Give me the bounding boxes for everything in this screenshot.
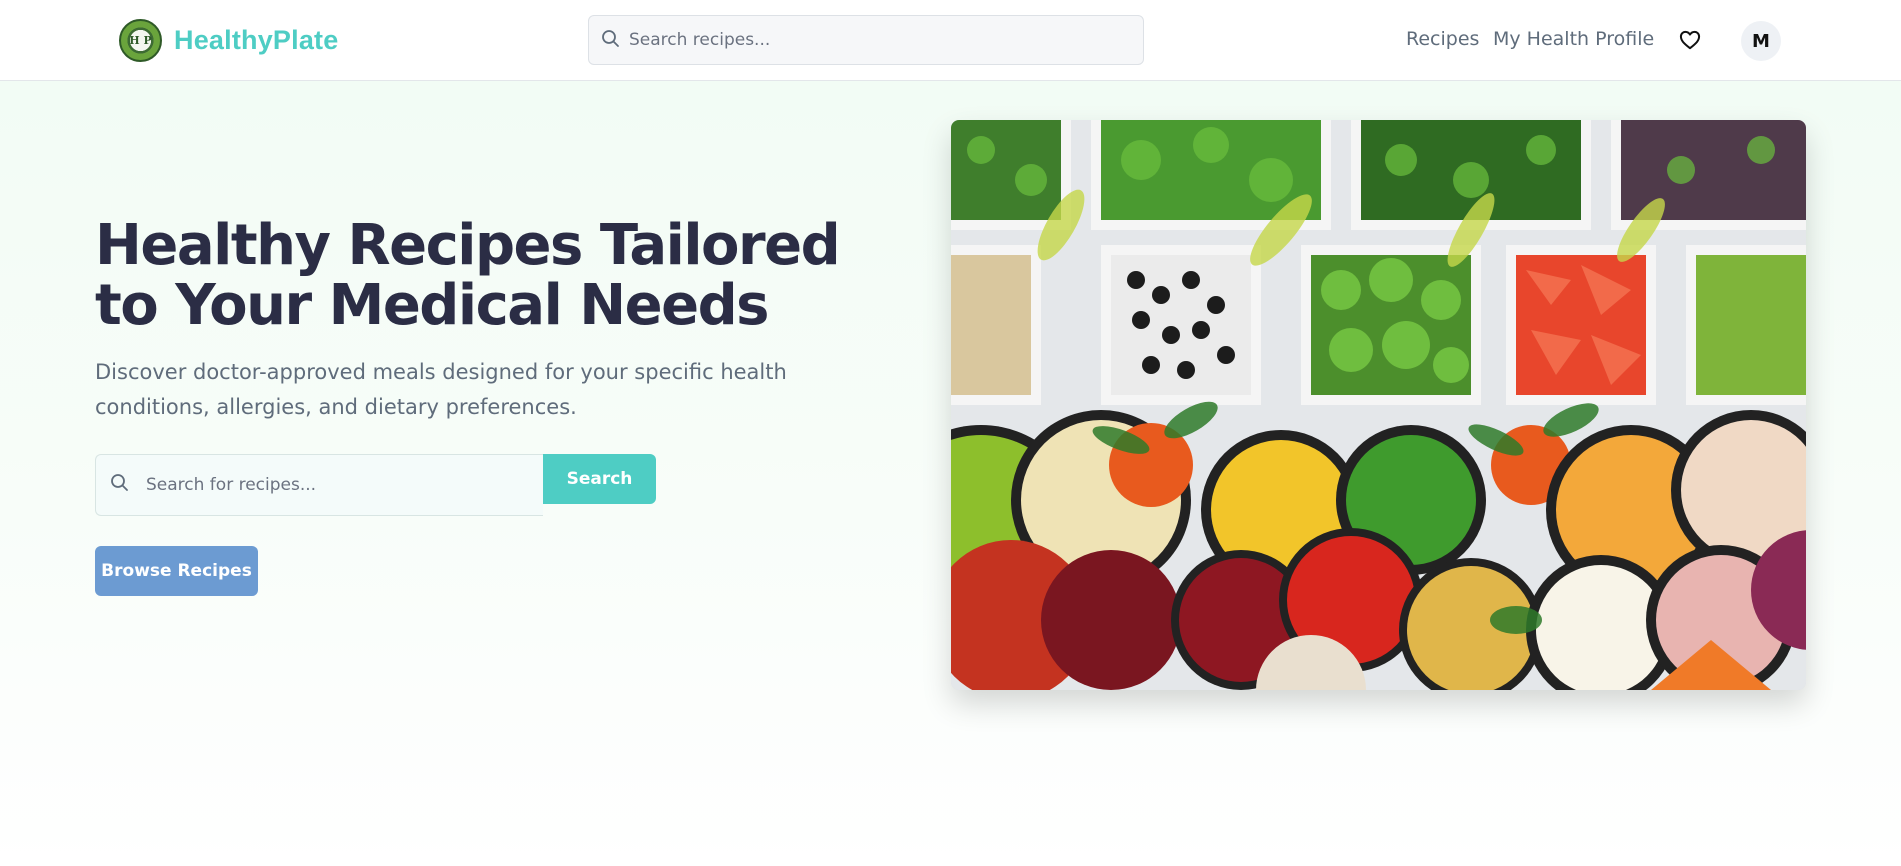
nav-recipes-link[interactable]: Recipes <box>1406 28 1479 50</box>
brand-logo[interactable]: H P HealthyPlate <box>119 19 338 62</box>
logo-mark-text: H P <box>129 34 152 47</box>
browse-recipes-button[interactable]: Browse Recipes <box>95 546 258 596</box>
search-icon <box>110 473 130 497</box>
favorites-button[interactable] <box>1677 27 1703 53</box>
user-avatar[interactable]: M <box>1741 21 1781 61</box>
heart-icon <box>1679 30 1701 50</box>
top-navbar: H P HealthyPlate Recipes My Health Profi… <box>0 0 1901 81</box>
hero-search-box <box>95 454 543 516</box>
vegetable-bowls-illustration <box>951 120 1806 690</box>
hero-search-button[interactable]: Search <box>543 454 656 504</box>
brand-name: HealthyPlate <box>174 25 339 55</box>
hero-subtitle: Discover doctor-approved meals designed … <box>95 360 787 419</box>
search-icon <box>601 29 621 53</box>
header-search-input[interactable] <box>629 16 1129 64</box>
logo-icon: H P <box>119 19 162 62</box>
header-search <box>588 15 1144 65</box>
hero-search-input[interactable] <box>146 455 536 515</box>
hero-food-image <box>951 120 1806 690</box>
nav-health-profile-link[interactable]: My Health Profile <box>1493 28 1654 50</box>
hero-title: Healthy Recipes Tailored to Your Medical… <box>95 213 841 338</box>
